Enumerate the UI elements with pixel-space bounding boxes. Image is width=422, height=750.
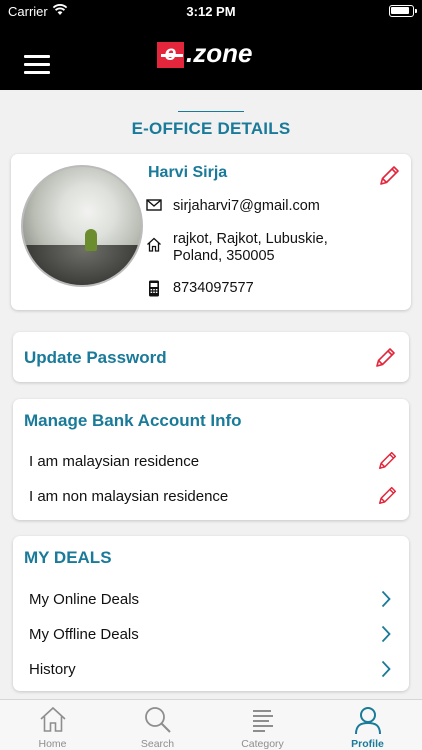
tab-profile-label: Profile — [351, 738, 384, 750]
deals-row-offline[interactable]: My Offline Deals — [29, 626, 139, 643]
my-deals-title: MY DEALS — [24, 548, 112, 567]
profile-name: Harvi Sirja — [148, 164, 228, 181]
edit-non-malaysian-pencil-icon[interactable] — [377, 484, 399, 506]
bottom-tab-bar: Home Search Category Profile — [0, 699, 422, 750]
logo-e-mark: e — [157, 42, 184, 68]
tab-search[interactable]: Search — [105, 700, 210, 750]
tab-search-label: Search — [140, 738, 175, 750]
mobile-phone-icon — [149, 280, 159, 297]
deals-row-online[interactable]: My Online Deals — [29, 591, 139, 608]
home-icon — [40, 706, 66, 732]
profile-email: sirjaharvi7@gmail.com — [173, 198, 320, 214]
chevron-right-icon[interactable] — [381, 590, 391, 608]
edit-malaysian-pencil-icon[interactable] — [377, 449, 399, 471]
app-header: e .zone — [0, 22, 422, 90]
bank-row-non-malaysian[interactable]: I am non malaysian residence — [29, 488, 228, 505]
profile-phone: 8734097577 — [173, 280, 254, 296]
edit-password-pencil-icon[interactable] — [374, 345, 398, 369]
page-title: E-OFFICE DETAILS — [131, 119, 291, 138]
tab-profile[interactable]: Profile — [315, 700, 420, 750]
bank-account-card: Manage Bank Account Info I am malaysian … — [13, 399, 409, 520]
home-outline-icon — [147, 237, 161, 252]
envelope-icon — [146, 199, 162, 211]
profile-icon — [355, 707, 381, 735]
battery-icon — [389, 5, 417, 17]
tab-home-label: Home — [38, 738, 67, 750]
edit-profile-pencil-icon[interactable] — [378, 163, 402, 187]
bank-row-malaysian[interactable]: I am malaysian residence — [29, 453, 199, 470]
chevron-right-icon[interactable] — [381, 625, 391, 643]
my-deals-card: MY DEALS My Online Deals My Offline Deal… — [13, 536, 409, 691]
profile-address-line1: rajkot, Rajkot, Lubuskie, — [173, 231, 328, 247]
hamburger-menu-icon[interactable] — [24, 55, 50, 75]
chevron-right-icon[interactable] — [381, 660, 391, 678]
update-password-card[interactable]: Update Password — [13, 332, 409, 382]
deals-row-history[interactable]: History — [29, 661, 76, 678]
profile-card: Harvi Sirja sirjaharvi7@gmail.com rajkot… — [11, 154, 411, 310]
bank-account-title: Manage Bank Account Info — [24, 411, 242, 430]
status-bar: Carrier 3:12 PM — [0, 0, 422, 22]
avatar[interactable] — [21, 165, 143, 287]
tab-category[interactable]: Category — [210, 700, 315, 750]
update-password-label: Update Password — [24, 348, 167, 367]
title-divider — [178, 111, 244, 112]
logo-text: .zone — [186, 38, 253, 68]
category-icon — [253, 710, 273, 732]
search-icon — [145, 707, 171, 733]
tab-category-label: Category — [241, 738, 284, 750]
clock: 3:12 PM — [186, 4, 236, 19]
profile-address-line2: Poland, 350005 — [173, 248, 275, 264]
tab-home[interactable]: Home — [0, 700, 105, 750]
